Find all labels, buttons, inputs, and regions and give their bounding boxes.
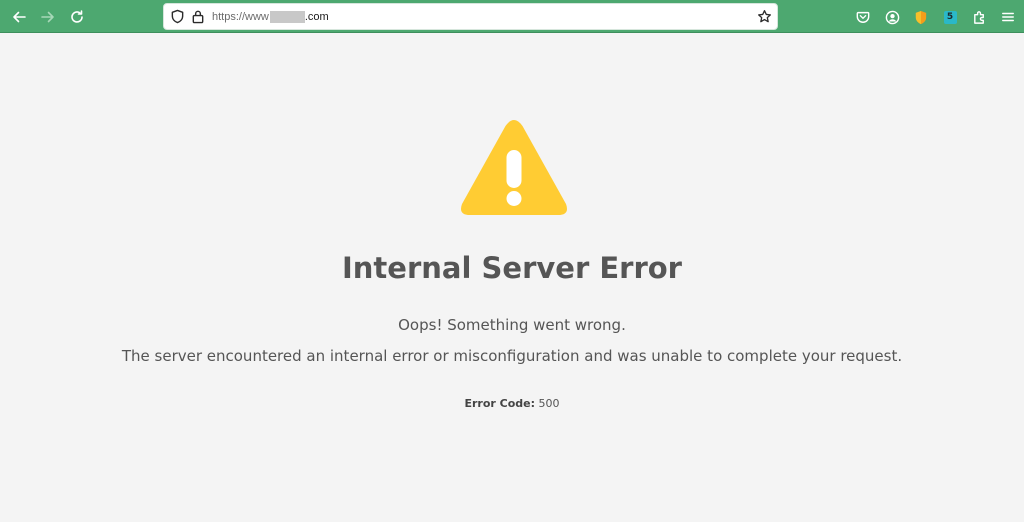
error-code-label: Error Code: bbox=[464, 397, 536, 410]
back-icon bbox=[13, 11, 26, 23]
forward-icon bbox=[41, 11, 54, 23]
menu-icon bbox=[1002, 12, 1014, 22]
url-host-suffix: .com bbox=[304, 11, 329, 23]
extensions-button[interactable] bbox=[969, 7, 989, 27]
url-bar[interactable]: https://www .com bbox=[163, 3, 778, 30]
error-code-value: 500 bbox=[538, 397, 560, 410]
page-title: Internal Server Error bbox=[342, 251, 682, 285]
reload-button[interactable] bbox=[66, 6, 88, 28]
menu-button[interactable] bbox=[998, 7, 1018, 27]
error-code: Error Code: 500 bbox=[0, 397, 1024, 410]
bookmark-star-icon[interactable] bbox=[757, 9, 772, 24]
lock-icon[interactable] bbox=[191, 9, 205, 24]
browser-toolbar: https://www .com 5 bbox=[0, 0, 1024, 33]
account-icon bbox=[885, 10, 899, 24]
back-button[interactable] bbox=[8, 6, 30, 28]
url-text[interactable]: https://www .com bbox=[212, 9, 329, 25]
error-message: Oops! Something went wrong. bbox=[398, 316, 626, 334]
extension-badge-icon: 5 bbox=[943, 10, 957, 24]
extension-shield-button[interactable] bbox=[911, 7, 931, 27]
pocket-icon bbox=[856, 11, 870, 23]
error-detail: The server encountered an internal error… bbox=[121, 347, 903, 365]
forward-button[interactable] bbox=[37, 6, 59, 28]
extensions-icon bbox=[973, 10, 984, 24]
redacted-domain bbox=[269, 11, 305, 23]
account-button[interactable] bbox=[882, 7, 902, 27]
extension-badge-button[interactable]: 5 bbox=[940, 7, 960, 27]
warning-icon bbox=[461, 120, 567, 215]
pocket-button[interactable] bbox=[853, 7, 873, 27]
shield-icon[interactable] bbox=[170, 9, 185, 24]
url-host-prefix: www bbox=[245, 11, 269, 23]
error-page: Internal Server Error Oops! Something we… bbox=[0, 33, 1024, 522]
url-protocol: https:// bbox=[212, 11, 246, 23]
extension-shield-icon bbox=[915, 10, 927, 24]
reload-icon bbox=[71, 10, 83, 23]
